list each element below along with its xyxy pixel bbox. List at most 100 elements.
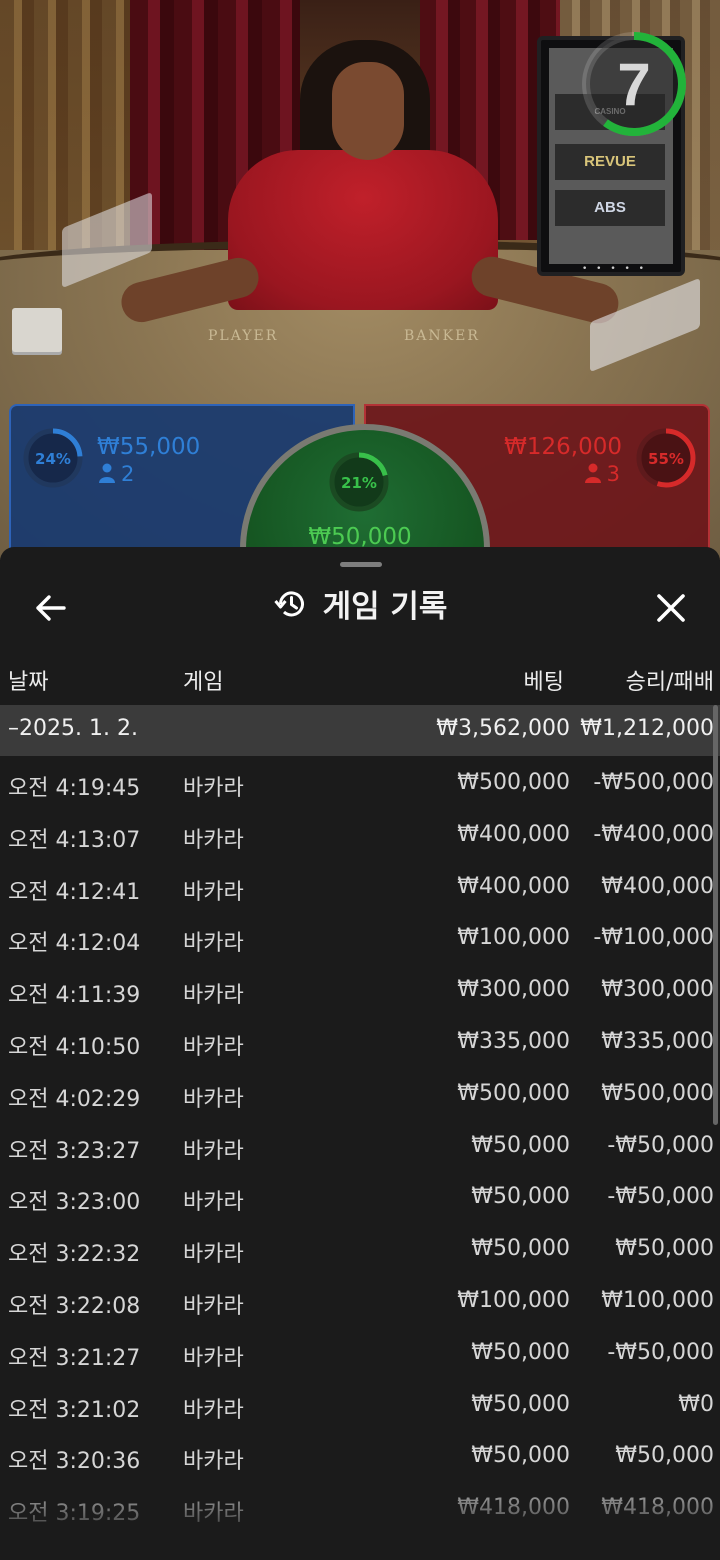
row-win-loss: ₩100,000 [601, 1287, 714, 1313]
row-bet: ₩400,000 [457, 873, 570, 899]
row-win-loss: -₩50,000 [607, 1339, 714, 1365]
history-row[interactable]: 오전 4:19:45 바카라 ₩500,000 -₩500,000 [0, 756, 720, 808]
felt-banker-label: BANKER [404, 328, 480, 344]
history-row[interactable]: 오전 4:13:07 바카라 ₩400,000 -₩400,000 [0, 808, 720, 860]
row-game: 바카라 [183, 983, 244, 1009]
felt-player-label: PLAYER [208, 328, 279, 344]
row-bet: ₩50,000 [471, 1184, 570, 1210]
sheet-header: 게임 기록 [0, 581, 720, 637]
row-time: 오전 4:19:45 [8, 776, 141, 801]
history-row[interactable]: 오전 4:02:29 바카라 ₩500,000 ₩500,000 [0, 1067, 720, 1119]
row-win-loss: -₩100,000 [593, 925, 714, 951]
row-win-loss: ₩0 [678, 1391, 714, 1417]
sheet-drag-handle[interactable] [340, 562, 382, 567]
history-scrollbar[interactable] [713, 705, 718, 1125]
monitor-abs-logo: ABS [555, 190, 665, 226]
row-bet: ₩500,000 [457, 770, 570, 795]
close-icon [657, 594, 685, 622]
row-win-loss: ₩50,000 [615, 1443, 714, 1469]
column-header-win-loss: 승리/패배 [625, 670, 714, 695]
row-win-loss: ₩50,000 [615, 1236, 714, 1262]
row-time: 오전 3:21:27 [8, 1345, 141, 1371]
countdown-timer-value: 7 [617, 51, 651, 118]
history-row[interactable]: 오전 4:12:41 바카라 ₩400,000 ₩400,000 [0, 860, 720, 912]
row-win-loss: -₩50,000 [607, 1132, 714, 1158]
row-bet: ₩335,000 [457, 1028, 570, 1054]
row-win-loss: ₩335,000 [601, 1028, 714, 1054]
row-win-loss: -₩50,000 [607, 1184, 714, 1210]
live-video-feed: PLAYER BANKER CASINO REVUE ABS • • • • •… [0, 0, 720, 560]
row-win-loss: ₩400,000 [601, 873, 714, 899]
row-time: 오전 3:21:02 [8, 1397, 141, 1423]
row-bet: ₩50,000 [471, 1132, 570, 1158]
row-bet: ₩100,000 [457, 1287, 570, 1313]
card-discard-stack [12, 308, 62, 352]
player-bettor-count: 2 [121, 462, 135, 486]
row-game: 바카라 [183, 879, 244, 905]
row-time: 오전 4:11:39 [8, 983, 141, 1009]
column-header-date: 날짜 [8, 670, 49, 695]
dealer-body [228, 150, 498, 310]
column-header-game: 게임 [183, 670, 224, 695]
banker-percent: 55% [648, 450, 684, 468]
dealer-face [332, 62, 404, 160]
monitor-revue-logo: REVUE [555, 144, 665, 180]
row-game: 바카라 [183, 1397, 244, 1423]
row-bet: ₩400,000 [457, 821, 570, 847]
row-win-loss: -₩400,000 [593, 821, 714, 847]
row-game: 바카라 [183, 1190, 244, 1216]
row-bet: ₩500,000 [457, 1080, 570, 1106]
date-summary-row[interactable]: –2025. 1. 2. ₩3,562,000 ₩1,212,000 [0, 705, 720, 756]
row-game: 바카라 [183, 931, 244, 957]
history-row[interactable]: 오전 3:22:32 바카라 ₩50,000 ₩50,000 [0, 1222, 720, 1274]
history-row[interactable]: 오전 4:10:50 바카라 ₩335,000 ₩335,000 [0, 1015, 720, 1067]
summary-date: –2025. 1. 2. [8, 716, 138, 741]
row-bet: ₩50,000 [471, 1443, 570, 1469]
person-icon [584, 463, 601, 483]
row-time: 오전 4:13:07 [8, 827, 141, 853]
history-icon [273, 590, 304, 616]
banker-bettor-count: 3 [606, 462, 620, 486]
row-game: 바카라 [183, 776, 244, 801]
row-game: 바카라 [183, 1086, 244, 1112]
history-list[interactable]: 오전 4:19:45 바카라 ₩500,000 -₩500,000 오전 4:13:07… [0, 756, 720, 1560]
tie-percent: 21% [341, 474, 377, 492]
row-game: 바카라 [183, 1293, 244, 1319]
close-button[interactable] [646, 583, 696, 633]
row-bet: ₩100,000 [457, 925, 570, 951]
player-percent: 24% [35, 450, 71, 468]
row-time: 오전 4:10:50 [8, 1034, 141, 1060]
summary-bet-total: ₩3,562,000 [436, 716, 570, 741]
banker-bet-amount: ₩126,000 [504, 434, 622, 460]
row-game: 바카라 [183, 1138, 244, 1164]
monitor-pager-dots: • • • • • [582, 264, 647, 274]
sheet-title: 게임 기록 [322, 589, 448, 625]
history-row[interactable]: 오전 4:11:39 바카라 ₩300,000 ₩300,000 [0, 963, 720, 1015]
row-time: 오전 3:23:00 [8, 1190, 141, 1216]
row-bet: ₩300,000 [457, 977, 570, 1003]
column-header-bet: 베팅 [523, 670, 564, 695]
banker-bettor-count-wrap: 3 [584, 462, 620, 486]
row-game: 바카라 [183, 1034, 244, 1060]
player-bet-amount: ₩55,000 [97, 434, 201, 460]
history-row[interactable]: 오전 3:23:00 바카라 ₩50,000 -₩50,000 [0, 1170, 720, 1222]
summary-win-total: ₩1,212,000 [580, 716, 714, 741]
row-bet: ₩50,000 [471, 1236, 570, 1262]
row-win-loss: -₩500,000 [593, 770, 714, 795]
row-game: 바카라 [183, 1242, 244, 1268]
history-row[interactable]: 오전 3:21:27 바카라 ₩50,000 -₩50,000 [0, 1326, 720, 1378]
row-bet: ₩50,000 [471, 1339, 570, 1365]
row-win-loss: ₩500,000 [601, 1080, 714, 1106]
row-time: 오전 3:22:32 [8, 1242, 141, 1268]
row-game: 바카라 [183, 827, 244, 853]
history-row[interactable]: 오전 3:22:08 바카라 ₩100,000 ₩100,000 [0, 1274, 720, 1326]
history-row[interactable]: 오전 3:23:27 바카라 ₩50,000 -₩50,000 [0, 1119, 720, 1171]
row-time: 오전 3:23:27 [8, 1138, 141, 1164]
history-row[interactable]: 오전 3:21:02 바카라 ₩50,000 ₩0 [0, 1378, 720, 1430]
row-game: 바카라 [183, 1345, 244, 1371]
player-bettor-count-wrap: 2 [99, 462, 134, 486]
row-win-loss: ₩300,000 [601, 977, 714, 1003]
row-time: 오전 4:12:41 [8, 879, 141, 905]
list-bottom-fade [0, 1470, 720, 1560]
history-row[interactable]: 오전 4:12:04 바카라 ₩100,000 -₩100,000 [0, 911, 720, 963]
